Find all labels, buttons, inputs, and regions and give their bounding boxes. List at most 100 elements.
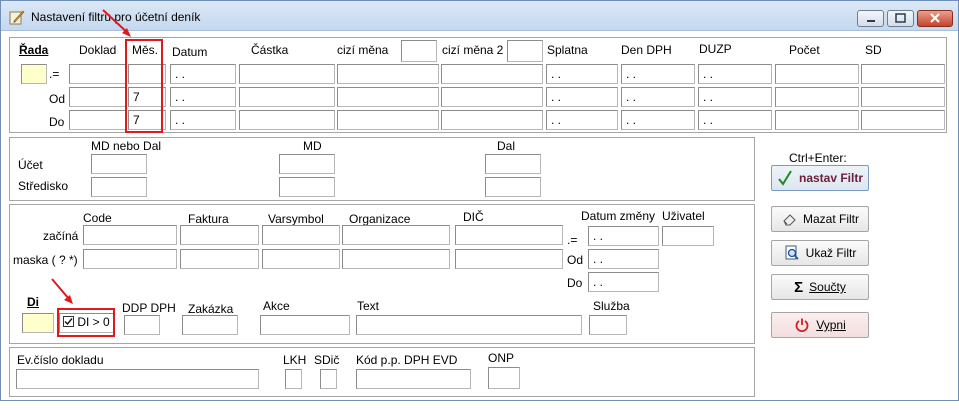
dic-maska-input[interactable]	[455, 249, 563, 269]
den-dph-do-input[interactable]: . .	[621, 110, 695, 130]
evcislo-input[interactable]	[16, 369, 259, 389]
datum-zmeny-eq-input[interactable]: . .	[588, 226, 659, 246]
sluzba-input[interactable]	[589, 315, 627, 335]
label-zmeny-od: Od	[567, 253, 584, 267]
close-button[interactable]	[917, 10, 953, 27]
md-nebo-dal-stredisko-input[interactable]	[91, 177, 147, 197]
dic-zacina-input[interactable]	[455, 225, 563, 245]
label-varsymbol: Varsymbol	[268, 212, 324, 226]
label-evcislo: Ev.číslo dokladu	[17, 353, 104, 367]
dal-ucet-input[interactable]	[485, 154, 541, 174]
pocet-eq-input[interactable]	[775, 64, 859, 84]
datum-zmeny-od-input[interactable]: . .	[588, 249, 659, 269]
faktura-zacina-input[interactable]	[180, 225, 259, 245]
doklad-eq-input[interactable]	[69, 64, 126, 84]
nastav-filtr-label: nastav Filtr	[798, 171, 864, 185]
castka-do-input[interactable]	[239, 110, 335, 130]
doklad-od-input[interactable]	[69, 87, 126, 107]
cizi-mena-2-eq-input[interactable]	[441, 64, 543, 84]
label-datum-zmeny: Datum změny	[581, 209, 656, 223]
nastav-filtr-button[interactable]: nastav Filtr	[771, 165, 869, 191]
uzivatel-input[interactable]	[662, 226, 714, 246]
den-dph-od-input[interactable]: . .	[621, 87, 695, 107]
cizi-mena-2-od-input[interactable]	[441, 87, 543, 107]
castka-eq-input[interactable]	[239, 64, 335, 84]
label-sd: SD	[865, 43, 882, 57]
duzp-do-input[interactable]: . .	[698, 110, 772, 130]
maximize-button[interactable]	[887, 10, 914, 27]
splatna-od-input[interactable]: . .	[546, 87, 618, 107]
label-ucet: Účet	[18, 158, 43, 172]
cizi-mena-od-input[interactable]	[337, 87, 439, 107]
label-zacina: začíná	[43, 229, 79, 243]
label-stredisko: Středisko	[18, 179, 69, 193]
organizace-zacina-input[interactable]	[342, 225, 450, 245]
label-sluzba: Služba	[593, 299, 630, 313]
ukaz-filtr-label: Ukaž Filtr	[805, 246, 857, 260]
duzp-od-input[interactable]: . .	[698, 87, 772, 107]
label-md-nebo-dal: MD nebo Dal	[91, 139, 162, 153]
label-akce: Akce	[263, 299, 290, 313]
datum-eq-input[interactable]: . .	[170, 64, 236, 84]
pocet-od-input[interactable]	[775, 87, 859, 107]
datum-zmeny-do-input[interactable]: . .	[588, 272, 659, 292]
label-text: Text	[357, 299, 380, 313]
label-zmeny-eq: .=	[567, 233, 578, 247]
label-ddp-dph: DDP DPH	[122, 301, 176, 315]
code-zacina-input[interactable]	[83, 225, 177, 245]
splatna-do-input[interactable]: . .	[546, 110, 618, 130]
cizi-mena-do-input[interactable]	[337, 110, 439, 130]
md-ucet-input[interactable]	[279, 154, 335, 174]
md-nebo-dal-ucet-input[interactable]	[91, 154, 147, 174]
minimize-icon	[867, 20, 875, 22]
label-cizi-mena-2: cizí měna 2	[442, 43, 504, 57]
ddp-dph-input[interactable]	[124, 315, 160, 335]
organizace-maska-input[interactable]	[342, 249, 450, 269]
datum-do-input[interactable]: . .	[170, 110, 236, 130]
ukaz-filtr-button[interactable]: Ukaž Filtr	[771, 240, 869, 266]
label-dic: DIČ	[463, 210, 484, 224]
kod-input[interactable]	[356, 369, 471, 389]
cizi-mena-2-do-input[interactable]	[441, 110, 543, 130]
label-zakazka: Zakázka	[188, 302, 234, 316]
splatna-eq-input[interactable]: . .	[546, 64, 618, 84]
akce-input[interactable]	[260, 315, 350, 335]
label-zmeny-do: Do	[567, 276, 583, 290]
label-di: Di	[27, 295, 39, 309]
vypni-button[interactable]: Vypni	[771, 312, 869, 338]
mazat-filtr-button[interactable]: Mazat Filtr	[771, 206, 869, 232]
highlight-mes-box	[125, 39, 163, 133]
code-maska-input[interactable]	[83, 249, 177, 269]
sd-do-input[interactable]	[861, 110, 945, 130]
varsymbol-maska-input[interactable]	[262, 249, 340, 269]
doklad-do-input[interactable]	[69, 110, 126, 130]
den-dph-eq-input[interactable]: . .	[621, 64, 695, 84]
minimize-button[interactable]	[857, 10, 884, 27]
cizi-mena-eq-input[interactable]	[337, 64, 439, 84]
cizi-mena-2-input[interactable]	[507, 40, 543, 62]
varsymbol-zacina-input[interactable]	[262, 225, 340, 245]
label-row-eq: .=	[49, 67, 60, 81]
soucty-button[interactable]: Σ Součty	[771, 274, 869, 300]
duzp-eq-input[interactable]: . .	[698, 64, 772, 84]
datum-od-input[interactable]: . .	[170, 87, 236, 107]
faktura-maska-input[interactable]	[180, 249, 259, 269]
sd-eq-input[interactable]	[861, 64, 945, 84]
onp-input[interactable]	[488, 367, 520, 389]
di-input[interactable]	[22, 313, 54, 333]
zakazka-input[interactable]	[182, 315, 238, 335]
rada-input[interactable]	[21, 64, 47, 84]
label-splatna: Splatna	[547, 43, 588, 57]
sd-od-input[interactable]	[861, 87, 945, 107]
app-pencil-icon	[9, 10, 25, 25]
pocet-do-input[interactable]	[775, 110, 859, 130]
castka-od-input[interactable]	[239, 87, 335, 107]
filter-window: Nastavení filtru pro účetní deník Řada D…	[0, 0, 959, 401]
lkh-input[interactable]	[285, 369, 302, 389]
text-input[interactable]	[356, 315, 582, 335]
cizi-mena-input[interactable]	[401, 40, 437, 62]
power-icon	[795, 318, 809, 332]
md-stredisko-input[interactable]	[279, 177, 335, 197]
dal-stredisko-input[interactable]	[485, 177, 541, 197]
sdic-input[interactable]	[320, 369, 337, 389]
